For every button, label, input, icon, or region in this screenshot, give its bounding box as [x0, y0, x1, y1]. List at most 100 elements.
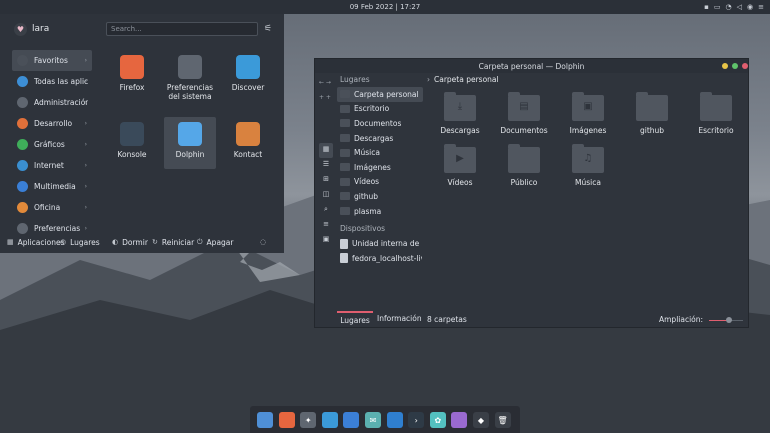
firefox-icon[interactable] — [278, 412, 295, 428]
device-item[interactable]: Unidad interna de 1.0 TiB — [337, 236, 423, 251]
places-heading: Lugares — [340, 75, 370, 84]
clock[interactable]: 09 Feb 2022 | 17:27 — [350, 3, 421, 11]
category-item[interactable]: Desarrollo › — [12, 113, 92, 134]
store-icon[interactable] — [343, 412, 360, 428]
clipboard-icon[interactable]: ▪ — [704, 2, 709, 12]
breadcrumb[interactable]: › Carpeta personal — [427, 75, 499, 84]
folder-item[interactable]: ▶ Vídeos — [427, 143, 493, 193]
tab-places[interactable]: Lugares — [337, 311, 373, 327]
terminal-panel-icon[interactable]: ▣ — [319, 233, 333, 248]
gear-store-icon[interactable]: ✿ — [429, 412, 446, 428]
category-item[interactable]: Multimedia › — [12, 176, 92, 197]
app-tile[interactable]: Dolphin — [164, 117, 216, 169]
folder-item[interactable]: ♫ Música — [555, 143, 621, 193]
category-label: Gráficos — [34, 140, 65, 149]
category-item[interactable]: Favoritos › — [12, 50, 92, 71]
volume-icon[interactable]: ◁ — [737, 2, 742, 12]
category-item[interactable]: Oficina › — [12, 197, 92, 218]
devices-heading: Dispositivos — [340, 224, 386, 234]
mail-icon[interactable]: ✉ — [365, 412, 381, 428]
app-tile[interactable]: Discover — [222, 50, 274, 102]
trash-icon[interactable]: 🗑 — [494, 412, 511, 428]
tree-view-icon[interactable]: ⊞ — [319, 173, 333, 188]
place-item[interactable]: Documentos — [337, 116, 423, 131]
place-label: Carpeta personal — [354, 89, 419, 99]
battery-icon[interactable]: ▭ — [714, 2, 721, 12]
place-label: Imágenes — [354, 162, 391, 172]
category-item[interactable]: Internet › — [12, 155, 92, 176]
search-icon[interactable]: ⌕ — [319, 203, 333, 218]
folder-item[interactable]: Escritorio — [683, 91, 749, 141]
folder-item[interactable]: ▣ Imágenes — [555, 91, 621, 141]
filter-icon[interactable]: ⚟ — [264, 24, 272, 34]
shutdown-button[interactable]: ⏻ Apagar — [197, 238, 233, 247]
app-label: Firefox — [119, 83, 145, 92]
forward-icon[interactable]: + + — [319, 90, 335, 105]
app-tile[interactable]: Preferencias del sistema — [164, 50, 216, 102]
category-item[interactable]: Gráficos › — [12, 134, 92, 155]
sleep-icon: ◐ — [112, 238, 119, 246]
media-icon — [17, 181, 28, 192]
icons-view-icon[interactable]: ▦ — [319, 143, 333, 158]
terminal-icon[interactable]: › — [408, 412, 425, 428]
files-icon[interactable] — [257, 412, 273, 428]
vscode-icon[interactable] — [386, 412, 403, 428]
place-item[interactable]: Imágenes — [337, 160, 423, 175]
folder-icon — [340, 119, 350, 128]
app-tile[interactable]: Konsole — [106, 117, 158, 169]
settings-icon[interactable]: ✦ — [300, 412, 317, 428]
window-titlebar[interactable]: Carpeta personal — Dolphin — [315, 59, 748, 73]
image-editor-icon[interactable] — [451, 412, 468, 428]
place-item[interactable]: Música — [337, 145, 423, 160]
menu-icon[interactable]: ≡ — [319, 218, 333, 233]
search-input[interactable] — [106, 22, 258, 36]
folder-label: Documentos — [500, 126, 548, 135]
places-tab[interactable]: ◎ Lugares — [60, 238, 100, 247]
folder-icon: ♫ — [572, 144, 604, 173]
category-item[interactable]: Todas las aplicaciones› — [12, 71, 92, 92]
inkscape-icon[interactable]: ◆ — [473, 412, 489, 428]
device-item[interactable]: fedora_localhost-live — [337, 251, 423, 266]
folder-item[interactable]: github — [619, 91, 685, 141]
maximize-button[interactable] — [732, 63, 738, 69]
discover-icon[interactable] — [321, 412, 338, 428]
place-label: Descargas — [354, 133, 394, 143]
restart-button[interactable]: ↻ Reiniciar — [152, 238, 194, 247]
menu-icon[interactable]: ≡ — [758, 2, 764, 12]
folder-item[interactable]: Público — [491, 143, 557, 193]
category-item[interactable]: Administración › — [12, 92, 92, 113]
minimize-button[interactable] — [722, 63, 728, 69]
app-tile[interactable]: Kontact — [222, 117, 274, 169]
network-icon[interactable]: ◔ — [726, 2, 732, 12]
tab-information[interactable]: Información — [377, 311, 422, 327]
folder-item[interactable]: ⤓ Descargas — [427, 91, 493, 141]
folder-item[interactable]: ▤ Documentos — [491, 91, 557, 141]
app-label: Discover — [231, 83, 265, 92]
zoom-handle[interactable] — [726, 317, 733, 323]
window-title: Carpeta personal — Dolphin — [478, 61, 585, 71]
split-view-icon[interactable]: ◫ — [319, 188, 333, 203]
place-label: Vídeos — [354, 177, 380, 187]
applications-tab[interactable]: ▦ Aplicaciones — [7, 238, 64, 247]
place-item[interactable]: Descargas — [337, 131, 423, 146]
sleep-button[interactable]: ◐ Dormir — [112, 238, 148, 247]
graphics-icon — [17, 139, 28, 150]
zoom-slider[interactable] — [709, 317, 743, 323]
place-item[interactable]: Carpeta personal — [337, 87, 423, 102]
place-item[interactable]: plasma — [337, 204, 423, 219]
details-view-icon[interactable]: ☰ — [319, 158, 333, 173]
place-item[interactable]: Escritorio — [337, 102, 423, 117]
back-icon[interactable]: ← → — [319, 75, 335, 90]
close-button[interactable] — [742, 63, 748, 69]
application-launcher: ♥ lara ⚟ Favoritos›Todas las aplicacione… — [0, 14, 284, 253]
place-item[interactable]: Vídeos — [337, 175, 423, 190]
place-item[interactable]: github — [337, 189, 423, 204]
avatar[interactable]: ♥ — [14, 23, 27, 36]
more-button[interactable]: ◌ — [260, 238, 270, 246]
power-icon: ⏻ — [197, 237, 203, 246]
notifications-icon[interactable]: ◉ — [747, 2, 753, 12]
folder-icon — [340, 104, 350, 113]
folder-label: Imágenes — [569, 126, 607, 135]
folder-glyph: ♫ — [583, 153, 593, 164]
app-tile[interactable]: Firefox — [106, 50, 158, 102]
